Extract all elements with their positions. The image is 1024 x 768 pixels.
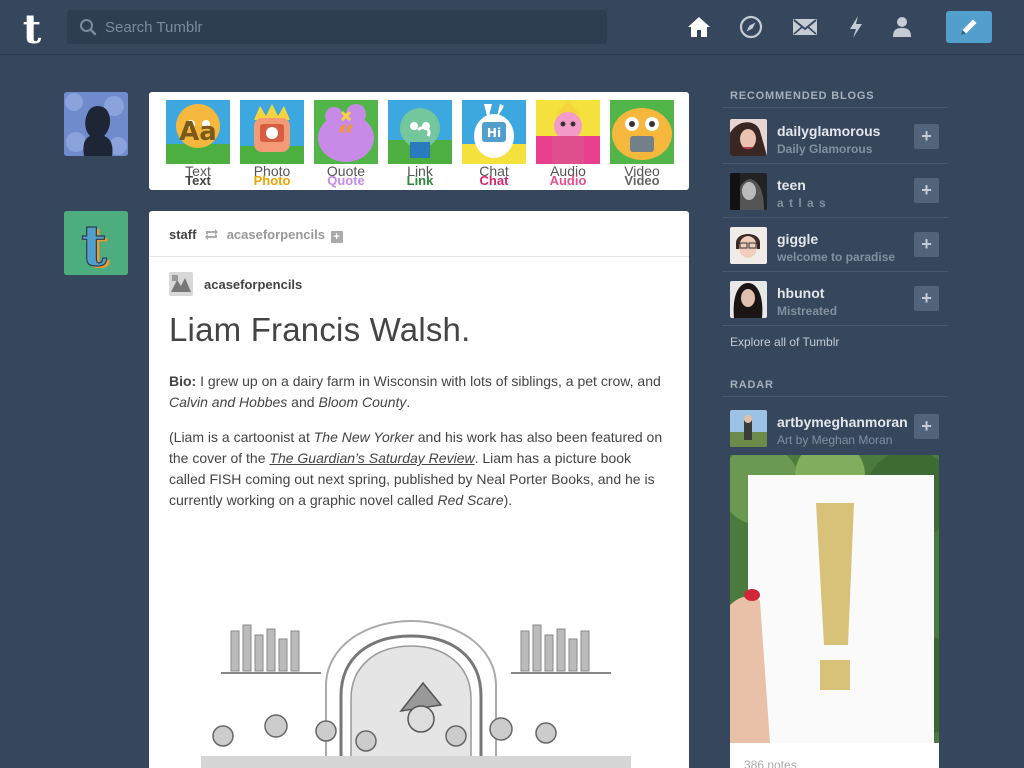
video-post-icon — [610, 100, 674, 164]
quote-post-icon: “ — [314, 100, 378, 164]
follow-plus-button[interactable]: + — [914, 232, 939, 257]
new-post-picker: Aa Text Text Photo Photo “ Quote Quote L… — [149, 92, 689, 190]
post-card: staff acaseforpencils + acaseforpencils … — [149, 211, 689, 768]
guardian-link[interactable]: The Guardian’s Saturday Review — [269, 450, 474, 466]
photo-post-icon — [240, 100, 304, 164]
post-type-audio[interactable]: Audio Audio — [536, 100, 600, 188]
chat-post-icon: Hi — [462, 100, 526, 164]
reblog-icon — [205, 229, 219, 240]
recommended-blogs-title: RECOMMENDED BLOGS — [722, 90, 948, 108]
post-type-label-accent: Quote — [327, 173, 365, 188]
post-type-label-accent: Video — [624, 173, 660, 188]
svg-text:t: t — [23, 8, 42, 48]
search-input[interactable] — [105, 10, 595, 44]
recommended-blog-item[interactable]: teen a t l a s + — [722, 164, 948, 218]
home-icon[interactable] — [686, 14, 712, 40]
explore-all-link[interactable]: Explore all of Tumblr — [730, 335, 839, 349]
svg-text:Aa: Aa — [179, 117, 217, 147]
link-post-icon — [388, 100, 452, 164]
blog-subtitle: welcome to paradise — [777, 250, 896, 264]
inbox-mail-icon[interactable] — [792, 14, 818, 40]
svg-text:Hi: Hi — [487, 126, 501, 140]
post-type-label-accent: Link — [406, 173, 434, 188]
recommended-blog-item[interactable]: dailyglamorous Daily Glamorous + — [722, 110, 948, 164]
blog-name[interactable]: dailyglamorous — [777, 123, 880, 139]
radar-post-photo[interactable] — [730, 455, 939, 743]
follow-plus-button[interactable]: + — [914, 178, 939, 203]
notes-count[interactable]: 386 notes — [744, 758, 797, 768]
compose-button[interactable] — [946, 11, 992, 43]
post-type-quote[interactable]: “ Quote Quote — [314, 100, 378, 188]
follow-plus-button[interactable]: + — [914, 124, 939, 149]
user-avatar[interactable] — [64, 92, 128, 156]
blog-avatar[interactable] — [730, 281, 767, 318]
radar-blog-name[interactable]: artbymeghanmoran — [777, 414, 908, 430]
account-person-icon[interactable] — [889, 14, 915, 40]
post-type-label-accent: Chat — [479, 173, 509, 188]
blog-avatar[interactable] — [730, 173, 767, 210]
radar-title: RADAR — [722, 379, 948, 397]
post-type-label-accent: Photo — [253, 173, 291, 188]
radar-blog-subtitle: Art by Meghan Moran — [777, 433, 893, 447]
post-type-video[interactable]: Video Video — [610, 100, 674, 188]
follow-plus-button[interactable]: + — [914, 414, 939, 439]
audio-post-icon — [536, 100, 600, 164]
post-type-link[interactable]: Link Link — [388, 100, 452, 188]
search-box[interactable] — [67, 10, 607, 44]
post-body-paragraph: (Liam is a cartoonist at The New Yorker … — [169, 429, 663, 508]
reblogged-from-link[interactable]: acaseforpencils — [227, 227, 325, 242]
text-post-icon: Aa — [166, 100, 230, 164]
reblog-source: acaseforpencils — [169, 272, 302, 296]
blog-subtitle: Mistreated — [777, 304, 838, 318]
post-type-photo[interactable]: Photo Photo — [240, 100, 304, 188]
source-blog-name[interactable]: acaseforpencils — [204, 277, 302, 292]
post-title: Liam Francis Walsh. — [169, 311, 471, 348]
post-type-text[interactable]: Aa Text Text — [166, 100, 230, 188]
post-author-link[interactable]: staff — [169, 227, 196, 242]
blog-avatar[interactable] — [730, 227, 767, 264]
post-type-label-accent: Audio — [549, 173, 587, 188]
post-bio-paragraph: Bio: I grew up on a dairy farm in Wiscon… — [169, 373, 661, 410]
blog-subtitle: a t l a s — [777, 196, 827, 210]
recommended-blog-item[interactable]: hbunot Mistreated + — [722, 272, 948, 326]
post-type-label-accent: Text — [185, 173, 211, 188]
staff-avatar[interactable]: t t — [64, 211, 128, 275]
recommended-blog-item[interactable]: giggle welcome to paradise + — [722, 218, 948, 272]
post-header: staff acaseforpencils + — [149, 211, 689, 257]
radar-blog-item[interactable]: artbymeghanmoran Art by Meghan Moran + — [722, 401, 948, 453]
blog-name[interactable]: giggle — [777, 231, 818, 247]
blog-subtitle: Daily Glamorous — [777, 142, 873, 156]
svg-text:t: t — [81, 213, 107, 275]
search-icon — [80, 19, 97, 36]
top-nav-bar: t — [0, 0, 1024, 55]
radar-blog-avatar[interactable] — [730, 410, 767, 447]
blog-avatar[interactable] — [730, 119, 767, 156]
explore-compass-icon[interactable] — [738, 14, 764, 40]
tumblr-logo-icon[interactable]: t — [16, 8, 48, 48]
follow-plus-icon[interactable]: + — [330, 231, 343, 243]
activity-bolt-icon[interactable] — [843, 14, 869, 40]
radar-post-card[interactable]: 386 notes — [730, 455, 939, 768]
source-avatar[interactable] — [169, 272, 193, 296]
blog-name[interactable]: teen — [777, 177, 806, 193]
svg-text:“: “ — [337, 119, 354, 154]
follow-plus-button[interactable]: + — [914, 286, 939, 311]
post-type-chat[interactable]: Hi Chat Chat — [462, 100, 526, 188]
cartoon-illustration — [201, 601, 631, 768]
blog-name[interactable]: hbunot — [777, 285, 824, 301]
pencil-icon — [961, 19, 977, 35]
